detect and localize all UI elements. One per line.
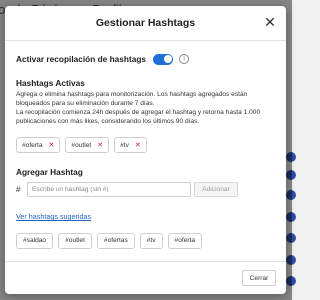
suggested-hashtag-chip[interactable]: #outlet xyxy=(58,233,92,249)
add-hashtag-title: Agregar Hashtag xyxy=(16,167,83,177)
manage-hashtags-dialog: Gestionar Hashtags ✕ Activar recopilació… xyxy=(5,6,286,294)
collection-toggle-row: Activar recopilación de hashtags i xyxy=(16,52,275,66)
add-hashtag-row: # Adicionar xyxy=(16,182,275,197)
suggested-hashtag-chip[interactable]: #tv xyxy=(139,233,163,249)
dialog-body: Activar recopilación de hashtags i Hasht… xyxy=(5,52,286,249)
collection-toggle-label: Activar recopilación de hashtags xyxy=(16,54,147,64)
hash-prefix: # xyxy=(16,185,21,194)
hashtag-label: #outlet xyxy=(71,141,92,149)
suggested-hashtag-chip[interactable]: #oferta xyxy=(167,233,203,249)
suggested-hashtags-link[interactable]: Ver hashtags sugeridas xyxy=(16,212,275,221)
hashtag-label: #tv xyxy=(120,141,129,149)
dialog-header: Gestionar Hashtags ✕ xyxy=(5,6,286,41)
close-icon[interactable]: ✕ xyxy=(262,14,278,30)
active-hashtag-chip: #outlet ✕ xyxy=(65,137,110,153)
hashtag-label: #oferta xyxy=(22,141,43,149)
suggested-hashtag-chip[interactable]: #ofertas xyxy=(96,233,135,249)
suggested-hashtag-chip[interactable]: #saldao xyxy=(16,233,54,249)
close-button[interactable]: Cerrar xyxy=(242,270,276,286)
add-hashtag-button[interactable]: Adicionar xyxy=(194,182,238,197)
info-icon[interactable]: i xyxy=(179,54,190,64)
toggle-knob xyxy=(163,55,172,63)
description-line-2: La recopilación comienza 24h después de … xyxy=(16,109,261,125)
active-hashtag-list: #oferta ✕ #outlet ✕ #tv ✕ xyxy=(16,137,275,153)
active-hashtag-chip: #tv ✕ xyxy=(114,137,147,153)
remove-hashtag-icon[interactable]: ✕ xyxy=(97,141,103,149)
remove-hashtag-icon[interactable]: ✕ xyxy=(135,141,141,149)
hashtag-input[interactable] xyxy=(27,182,191,197)
remove-hashtag-icon[interactable]: ✕ xyxy=(49,141,55,149)
description-line-1: Agrega o elimina hashtags para monitoriz… xyxy=(16,91,248,107)
suggested-hashtag-list: #saldao #outlet #ofertas #tv #oferta xyxy=(16,233,275,249)
active-hashtags-title: Hashtags Activas xyxy=(16,78,85,88)
collection-toggle[interactable] xyxy=(153,53,174,65)
active-hashtag-chip: #oferta ✕ xyxy=(16,137,61,153)
dialog-footer: Cerrar xyxy=(5,261,286,294)
dialog-title: Gestionar Hashtags xyxy=(95,17,196,29)
active-hashtags-description: Agrega o elimina hashtags para monitoriz… xyxy=(16,90,275,126)
